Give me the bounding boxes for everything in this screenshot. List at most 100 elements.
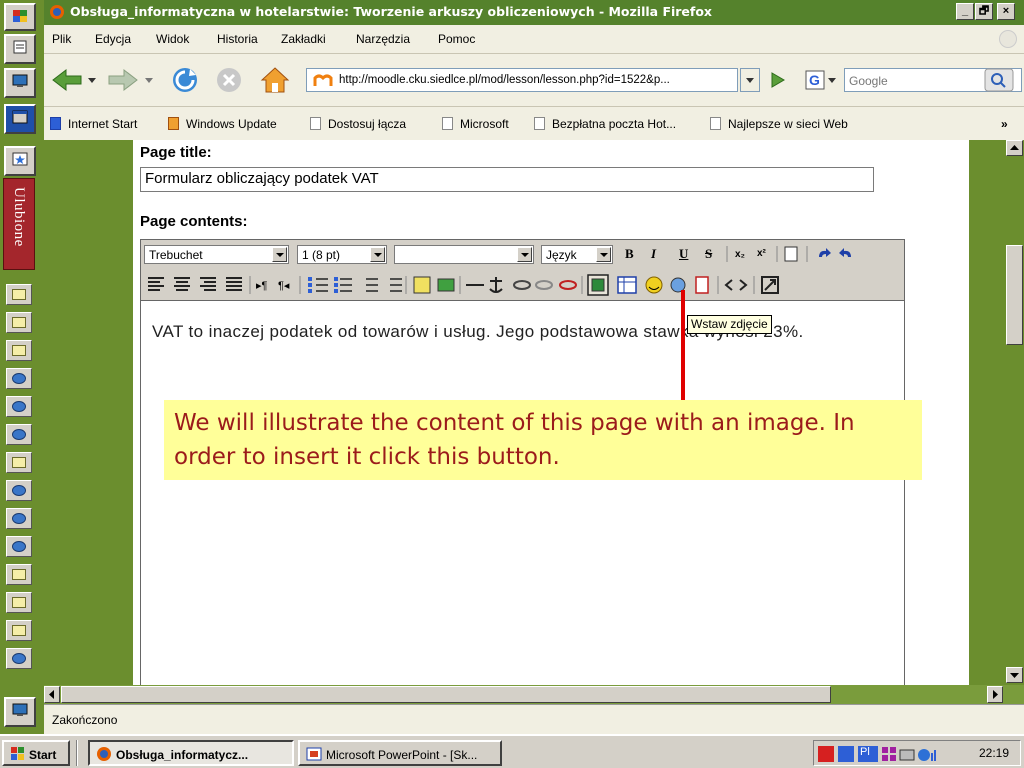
favorite-item[interactable] bbox=[6, 312, 32, 333]
navigation-toolbar: http://moodle.cku.siedlce.pl/mod/lesson/… bbox=[44, 55, 1024, 107]
page-contents-label: Page contents: bbox=[140, 213, 248, 230]
favorite-item[interactable] bbox=[6, 564, 32, 585]
bold-button[interactable]: B bbox=[625, 246, 634, 264]
firefox-icon bbox=[50, 5, 64, 19]
folder-icon bbox=[12, 317, 26, 328]
task-powerpoint[interactable]: Microsoft PowerPoint - [Sk... bbox=[298, 740, 502, 766]
favorite-item[interactable] bbox=[6, 620, 32, 641]
arrow-left-icon bbox=[49, 690, 54, 699]
task-firefox[interactable]: Obsługa_informatycz... bbox=[88, 740, 294, 766]
font-family-select[interactable]: Trebuchet bbox=[144, 245, 289, 264]
insert-image-tooltip: Wstaw zdjęcie bbox=[687, 315, 772, 334]
page-title-input[interactable]: Formularz obliczający podatek VAT bbox=[140, 167, 874, 192]
search-icon[interactable] bbox=[984, 68, 1014, 92]
url-history-dropdown[interactable] bbox=[740, 68, 760, 92]
format-select[interactable] bbox=[394, 245, 534, 264]
strikethrough-button[interactable]: S bbox=[705, 246, 712, 264]
input-language-indicator[interactable]: Pl bbox=[860, 746, 870, 758]
arrow-up-icon bbox=[1010, 145, 1019, 150]
ie-page-icon bbox=[12, 485, 26, 496]
menu-item[interactable]: Plik bbox=[52, 32, 71, 46]
favorite-item[interactable] bbox=[6, 648, 32, 669]
forward-icon[interactable] bbox=[106, 67, 140, 93]
favorite-item[interactable] bbox=[6, 284, 32, 305]
scroll-thumb[interactable] bbox=[1006, 245, 1023, 345]
taskbar-divider bbox=[76, 740, 78, 766]
underline-button[interactable]: U bbox=[679, 246, 688, 264]
horizontal-scroll-thumb[interactable] bbox=[61, 686, 831, 703]
close-button[interactable]: × bbox=[997, 3, 1015, 20]
favorite-item[interactable] bbox=[6, 368, 32, 389]
throbber-icon bbox=[999, 30, 1017, 48]
italic-button[interactable]: I bbox=[651, 246, 656, 264]
bookmarks-overflow-button[interactable]: » bbox=[1001, 117, 1008, 131]
stop-icon[interactable] bbox=[214, 65, 244, 95]
bookmark-item[interactable]: Dostosuj łącza bbox=[310, 117, 406, 131]
minimize-button[interactable]: _ bbox=[956, 3, 974, 20]
arrow-right-icon bbox=[993, 690, 998, 699]
url-bar[interactable]: http://moodle.cku.siedlce.pl/mod/lesson/… bbox=[306, 68, 738, 92]
font-size-select[interactable]: 1 (8 pt) bbox=[297, 245, 387, 264]
search-engine-selector[interactable]: G bbox=[804, 68, 840, 92]
scroll-left-button[interactable] bbox=[44, 686, 60, 703]
favorite-item[interactable] bbox=[6, 396, 32, 417]
status-bar: Zakończono bbox=[44, 704, 1024, 734]
bookmark-item[interactable]: Najlepsze w sieci Web bbox=[710, 117, 848, 131]
menu-item[interactable]: Narzędzia bbox=[356, 32, 410, 46]
favorite-item[interactable] bbox=[6, 592, 32, 613]
bookmark-item[interactable]: Microsoft bbox=[442, 117, 509, 131]
reload-icon[interactable] bbox=[170, 65, 200, 95]
office-shortcut-button[interactable] bbox=[4, 3, 36, 31]
favorite-item[interactable] bbox=[6, 480, 32, 501]
menu-item[interactable]: Historia bbox=[217, 32, 258, 46]
home-icon[interactable] bbox=[260, 65, 290, 95]
bookmark-item[interactable]: Internet Start bbox=[50, 117, 137, 131]
folder-icon bbox=[12, 345, 26, 356]
menu-item[interactable]: Edycja bbox=[95, 32, 131, 46]
folder-icon bbox=[12, 569, 26, 580]
scroll-right-button[interactable] bbox=[987, 686, 1003, 703]
favorites-toggle-button[interactable] bbox=[4, 146, 36, 176]
vertical-scrollbar[interactable] bbox=[1003, 140, 1024, 685]
menu-item[interactable]: Pomoc bbox=[438, 32, 475, 46]
menu-item[interactable]: Widok bbox=[156, 32, 189, 46]
go-icon[interactable] bbox=[766, 69, 788, 91]
language-select[interactable]: Język bbox=[541, 245, 613, 264]
menu-item[interactable]: Zakładki bbox=[281, 32, 326, 46]
maximize-button[interactable]: 🗗 bbox=[975, 3, 993, 20]
favorite-item[interactable] bbox=[6, 340, 32, 361]
desktop-shortcut-button[interactable] bbox=[4, 68, 36, 98]
chevron-down-icon bbox=[272, 247, 287, 262]
back-history-chevron-icon[interactable] bbox=[87, 75, 97, 85]
favorite-item[interactable] bbox=[6, 452, 32, 473]
forward-history-chevron-icon[interactable] bbox=[144, 75, 154, 85]
back-icon[interactable] bbox=[50, 67, 84, 93]
instruction-callout: We will illustrate the content of this p… bbox=[164, 400, 922, 480]
favorite-item[interactable] bbox=[6, 508, 32, 529]
firefox-icon bbox=[97, 747, 111, 761]
start-button[interactable]: Start bbox=[2, 740, 70, 766]
horizontal-scrollbar[interactable] bbox=[44, 685, 1024, 704]
page-icon bbox=[310, 117, 321, 130]
favorites-panel-label[interactable]: Ulubione bbox=[3, 178, 35, 270]
editor-body-text[interactable]: VAT to inaczej podatek od towarów i usłu… bbox=[152, 321, 912, 342]
ie-page-icon bbox=[12, 429, 26, 440]
desktop-icon bbox=[12, 74, 28, 87]
scroll-up-button[interactable] bbox=[1006, 140, 1023, 156]
windows-logo-icon bbox=[168, 117, 179, 130]
favorite-item[interactable] bbox=[6, 424, 32, 445]
bookmark-item[interactable]: Bezpłatna poczta Hot... bbox=[534, 117, 676, 131]
show-desktop-button[interactable] bbox=[4, 697, 36, 727]
taskbar-window-button[interactable] bbox=[4, 104, 36, 134]
scroll-down-button[interactable] bbox=[1006, 667, 1023, 683]
windows-logo-icon bbox=[11, 747, 24, 760]
tray-icons bbox=[818, 746, 936, 762]
moodle-favicon-icon bbox=[313, 74, 333, 86]
bookmark-item[interactable]: Windows Update bbox=[168, 117, 277, 131]
insert-image-button[interactable] bbox=[809, 271, 831, 295]
notepad-shortcut-button[interactable] bbox=[4, 34, 36, 64]
favorite-item[interactable] bbox=[6, 536, 32, 557]
page-icon bbox=[442, 117, 453, 130]
window-title-bar[interactable]: Obsługa_informatyczna w hotelarstwie: Tw… bbox=[44, 0, 1024, 25]
svg-text:▸¶: ▸¶ bbox=[256, 280, 268, 292]
